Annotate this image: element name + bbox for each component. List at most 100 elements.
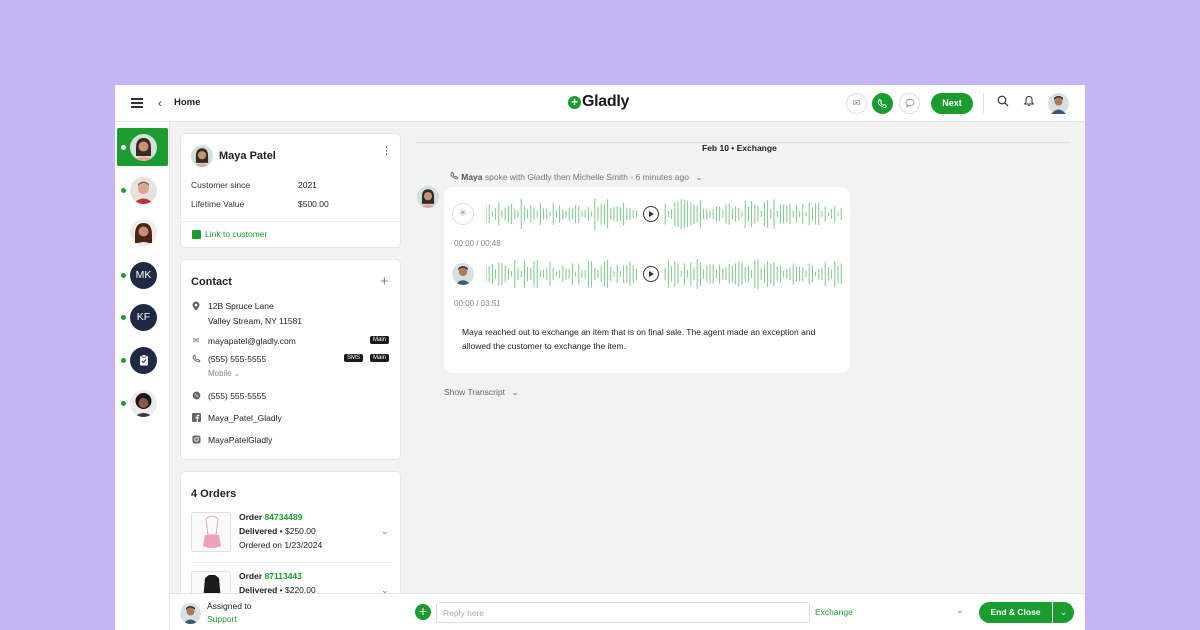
call-meta-text: spoke with Gladly then Michelle Smith - … bbox=[484, 172, 689, 182]
assigned-to-label: Assigned to bbox=[207, 601, 252, 611]
customer-avatar bbox=[191, 145, 213, 167]
address-line-1: 12B Spruce Lane bbox=[208, 301, 274, 311]
audio-waveform[interactable] bbox=[486, 197, 848, 231]
orders-title: 4 Orders bbox=[191, 488, 237, 500]
customer-card: Maya Patel ⋮ Customer since 2021 Lifetim… bbox=[180, 133, 401, 248]
link-to-customer[interactable]: Link to customer bbox=[205, 229, 267, 239]
top-bar: ‹ Home + Gladly ✉ Next bbox=[115, 85, 1085, 122]
search-icon[interactable] bbox=[997, 95, 1009, 110]
rail-item-kf[interactable]: KF bbox=[115, 298, 170, 336]
contact-card: Contact + 12B Spruce Lane Valley Stream,… bbox=[180, 259, 401, 460]
order-label: Order bbox=[239, 571, 263, 581]
email-value: mayapatel@gladly.com bbox=[208, 336, 296, 346]
chevron-down-icon[interactable]: ⌄ bbox=[695, 172, 702, 182]
call-speaker: Maya bbox=[461, 172, 483, 182]
chevron-down-icon[interactable]: ⌄ bbox=[234, 371, 240, 378]
lifetime-value: $500.00 bbox=[298, 199, 329, 209]
gladly-logo: + Gladly bbox=[568, 93, 629, 111]
chevron-down-icon: ⌄ bbox=[511, 387, 519, 397]
assignee-avatar bbox=[180, 603, 201, 624]
phone-call-icon bbox=[450, 171, 461, 182]
chat-channel-icon[interactable] bbox=[899, 93, 920, 114]
topic-selector[interactable]: Exchange bbox=[815, 607, 853, 617]
phone-icon bbox=[191, 354, 201, 365]
sms-tag: SMS bbox=[344, 354, 364, 362]
agent-avatar bbox=[452, 263, 474, 285]
avatar bbox=[130, 134, 157, 161]
rail-item-mk[interactable]: MK bbox=[115, 256, 170, 294]
call-2-time: 00:00 / 03:51 bbox=[454, 299, 501, 308]
main-tag: Main bbox=[370, 354, 390, 362]
call-1-time: 00:00 / 00:48 bbox=[454, 239, 501, 248]
user-avatar[interactable] bbox=[1048, 93, 1069, 114]
play-button[interactable] bbox=[643, 206, 659, 222]
bell-icon[interactable] bbox=[1023, 95, 1035, 110]
more-options-icon[interactable]: ⋮ bbox=[381, 146, 392, 157]
order-number[interactable]: 84734489 bbox=[265, 512, 303, 522]
toolbar-divider bbox=[983, 93, 984, 114]
online-dot bbox=[121, 188, 126, 193]
call-recording-1: ✳ bbox=[452, 195, 844, 233]
conversation-rail: MK KF bbox=[115, 122, 170, 630]
whatsapp-row[interactable]: (555) 555-5555 bbox=[191, 391, 266, 402]
add-contact-icon[interactable]: + bbox=[380, 273, 389, 290]
call-meta[interactable]: Maya spoke with Gladly then Michelle Smi… bbox=[450, 171, 702, 183]
show-transcript-toggle[interactable]: Show Transcript ⌄ bbox=[444, 387, 518, 398]
play-button[interactable] bbox=[643, 266, 659, 282]
phone-value: (555) 555-5555 bbox=[208, 354, 267, 364]
chevron-down-icon[interactable]: ⌄ bbox=[381, 526, 389, 537]
main-tag: Main bbox=[370, 336, 390, 344]
link-icon bbox=[192, 230, 201, 239]
initials-avatar: MK bbox=[130, 262, 157, 289]
online-dot bbox=[121, 315, 126, 320]
email-row[interactable]: ✉ mayapatel@gladly.com bbox=[191, 336, 296, 346]
rail-item-customer-2[interactable] bbox=[115, 171, 170, 209]
menu-icon[interactable] bbox=[131, 98, 143, 108]
order-price: $250.00 bbox=[284, 526, 316, 536]
logo-plus-icon: + bbox=[568, 95, 581, 109]
logo-text: Gladly bbox=[582, 93, 630, 110]
rail-item-customer-7[interactable] bbox=[115, 384, 170, 422]
phone-row[interactable]: (555) 555-5555 Mobile ⌄ bbox=[191, 354, 266, 378]
facebook-row[interactable]: Maya_Patel_Gladly bbox=[191, 413, 282, 424]
rail-item-maya[interactable] bbox=[117, 128, 168, 166]
ivr-icon: ✳ bbox=[452, 203, 474, 225]
orders-card: 4 Orders Order 84734489 Delivered • $250… bbox=[180, 471, 401, 611]
phone-channel-icon[interactable] bbox=[872, 93, 893, 114]
product-thumbnail bbox=[191, 512, 231, 552]
add-button[interactable]: + bbox=[415, 604, 431, 620]
audio-waveform[interactable] bbox=[486, 257, 848, 291]
order-number[interactable]: 87113443 bbox=[265, 571, 302, 581]
online-dot bbox=[121, 273, 126, 278]
online-dot bbox=[121, 145, 126, 150]
lifetime-value-label: Lifetime Value bbox=[191, 199, 245, 209]
avatar bbox=[130, 390, 157, 417]
avatar bbox=[130, 219, 157, 246]
customer-avatar bbox=[417, 186, 439, 208]
reply-input[interactable] bbox=[436, 602, 810, 623]
phone-type: Mobile bbox=[208, 369, 232, 378]
facebook-icon bbox=[191, 413, 201, 424]
divider bbox=[181, 221, 400, 222]
customer-name: Maya Patel bbox=[219, 150, 276, 162]
whatsapp-value: (555) 555-5555 bbox=[208, 391, 267, 401]
email-channel-icon[interactable]: ✉ bbox=[846, 93, 867, 114]
assigned-to-value[interactable]: Support bbox=[207, 614, 237, 624]
chevron-down-icon[interactable]: ⌄ bbox=[956, 605, 964, 616]
divider bbox=[191, 562, 392, 563]
end-close-dropdown[interactable]: ⌄ bbox=[1053, 602, 1074, 623]
rail-item-customer-3[interactable] bbox=[115, 213, 170, 251]
end-close-button[interactable]: End & Close bbox=[979, 602, 1052, 623]
instagram-row[interactable]: MayaPatelGladly bbox=[191, 435, 272, 446]
clipboard-icon bbox=[130, 347, 157, 374]
email-icon: ✉ bbox=[192, 336, 200, 345]
next-button[interactable]: Next bbox=[931, 93, 973, 114]
call-recording-2 bbox=[452, 255, 844, 293]
rail-item-task[interactable] bbox=[115, 341, 170, 379]
location-pin-icon bbox=[191, 301, 201, 313]
online-dot bbox=[121, 401, 126, 406]
home-link[interactable]: Home bbox=[174, 97, 200, 108]
order-item[interactable]: Order 84734489 Delivered • $250.00 Order… bbox=[191, 512, 391, 557]
facebook-value: Maya_Patel_Gladly bbox=[208, 413, 282, 423]
back-chevron-icon[interactable]: ‹ bbox=[158, 96, 162, 110]
